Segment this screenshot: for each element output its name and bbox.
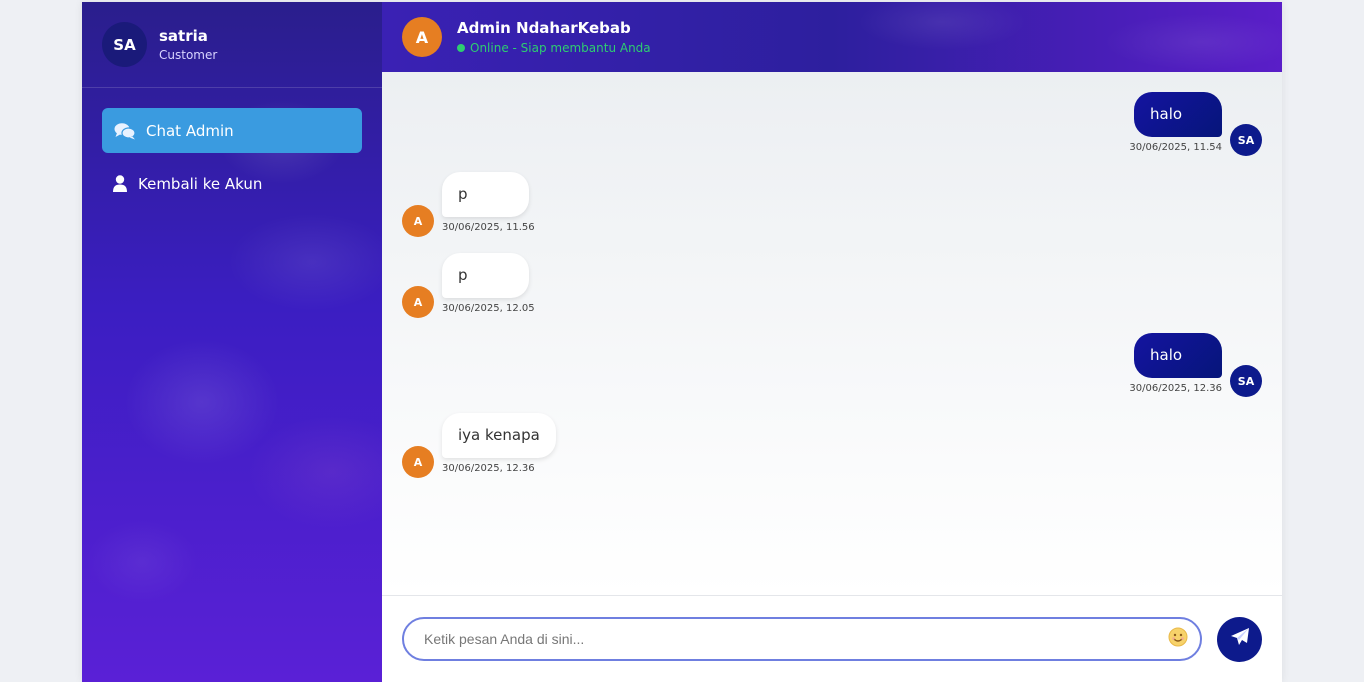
online-status-text: Online - Siap membantu Anda [470,41,651,55]
message-item: halo 30/06/2025, 12.36 [1129,333,1222,394]
message-bubble: p [442,253,529,298]
message-time: 30/06/2025, 12.36 [442,463,535,474]
nav-chat-admin[interactable]: Chat Admin [102,108,362,153]
message-time: 30/06/2025, 12.05 [442,303,535,314]
nav-back-to-account[interactable]: Kembali ke Akun [102,161,362,206]
user-name: satria [159,27,208,45]
chat-header: A Admin NdaharKebab Online - Siap memban… [382,2,1282,72]
message-input[interactable] [424,631,1168,647]
comments-icon [114,122,136,140]
chat-panel: A Admin NdaharKebab Online - Siap memban… [382,2,1282,682]
chat-title: Admin NdaharKebab [457,19,631,37]
message-input-wrapper [402,617,1202,661]
admin-avatar: A [402,17,442,57]
message-item: halo 30/06/2025, 11.54 [1129,92,1222,153]
message-bubble: halo [1134,92,1222,137]
sender-avatar: SA [1230,365,1262,397]
send-button[interactable] [1217,616,1262,662]
message-item: p 30/06/2025, 12.05 [442,253,535,314]
message-composer [382,596,1282,682]
smile-icon[interactable] [1168,627,1188,652]
message-bubble: p [442,172,529,217]
sender-avatar: SA [1230,124,1262,156]
message-time: 30/06/2025, 12.36 [1129,383,1222,394]
user-profile: SA satria Customer [82,2,382,88]
message-time: 30/06/2025, 11.54 [1129,142,1222,153]
message-time: 30/06/2025, 11.56 [442,222,535,233]
sidebar-nav: Chat Admin Kembali ke Akun [82,88,382,234]
online-dot-icon [457,44,465,52]
message-list[interactable]: halo 30/06/2025, 11.54 SA p 30/06/2025, … [382,72,1282,596]
message-bubble: iya kenapa [442,413,556,458]
admin-message-avatar: A [402,446,434,478]
admin-message-avatar: A [402,205,434,237]
message-item: p 30/06/2025, 11.56 [442,172,535,233]
nav-back-to-account-label: Kembali ke Akun [138,174,263,193]
nav-chat-admin-label: Chat Admin [146,121,234,140]
send-icon [1230,627,1250,651]
message-bubble: halo [1134,333,1222,378]
sidebar: SA satria Customer Chat Admin Kembali ke… [82,2,382,682]
chat-app: SA satria Customer Chat Admin Kembali ke… [82,2,1282,682]
message-item: iya kenapa 30/06/2025, 12.36 [442,413,556,474]
admin-message-avatar: A [402,286,434,318]
user-icon [112,175,128,193]
online-status: Online - Siap membantu Anda [457,41,651,55]
user-role: Customer [159,48,218,62]
user-avatar: SA [102,22,147,67]
